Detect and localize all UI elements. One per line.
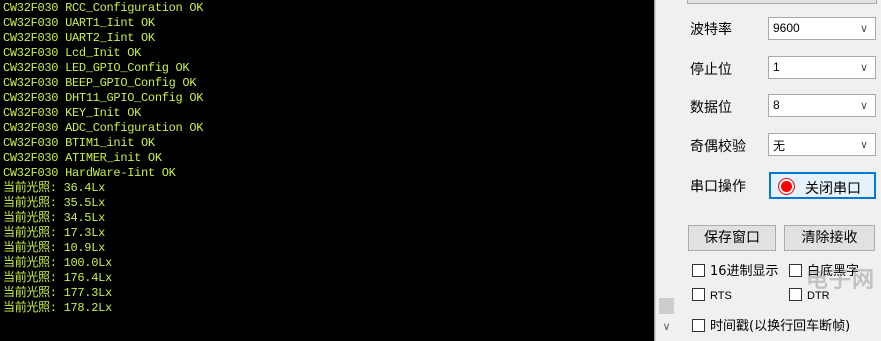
timestamp-checkbox[interactable] bbox=[692, 319, 705, 332]
chevron-down-icon: ∨ bbox=[859, 99, 869, 112]
terminal-line: CW32F030 BTIM1_init OK bbox=[3, 136, 155, 150]
terminal-line: CW32F030 LED_GPIO_Config OK bbox=[3, 61, 190, 75]
timestamp-option[interactable]: 时间戳(以换行回车断帧) bbox=[692, 315, 850, 334]
settings-panel: 波特率 9600 ∨ 停止位 1 ∨ 数据位 8 ∨ 奇偶校验 无 ∨ 串口操作… bbox=[679, 0, 881, 341]
terminal-line: CW32F030 UART2_Iint OK bbox=[3, 31, 155, 45]
close-port-button[interactable]: 关闭串口 bbox=[769, 172, 876, 199]
dtr-checkbox[interactable] bbox=[789, 288, 802, 301]
parity-value: 无 bbox=[773, 139, 786, 153]
hex-display-label: 16进制显示 bbox=[710, 264, 779, 279]
watermark: 电子网 bbox=[805, 268, 875, 293]
record-icon bbox=[779, 179, 794, 194]
data-bits-value: 8 bbox=[773, 98, 780, 112]
terminal-lines: CW32F030 RCC_Configuration OK CW32F030 UA… bbox=[3, 1, 203, 316]
chevron-down-icon: ∨ bbox=[859, 61, 869, 74]
chevron-down-icon: ∨ bbox=[859, 138, 869, 151]
terminal-line: 当前光照: 177.3Lx bbox=[3, 286, 112, 300]
rts-checkbox[interactable] bbox=[692, 288, 705, 301]
white-bg-checkbox[interactable] bbox=[789, 264, 802, 277]
save-window-button[interactable]: 保存窗口 bbox=[688, 225, 776, 251]
terminal-line: CW32F030 UART1_Iint OK bbox=[3, 16, 155, 30]
terminal-line: 当前光照: 178.2Lx bbox=[3, 301, 112, 315]
stop-bits-value: 1 bbox=[773, 60, 780, 74]
scroll-down-arrow-icon[interactable]: ∨ bbox=[659, 318, 674, 336]
data-bits-select[interactable]: 8 ∨ bbox=[768, 94, 876, 117]
chevron-down-icon: ∨ bbox=[859, 22, 869, 35]
terminal-line: 当前光照: 100.0Lx bbox=[3, 256, 112, 270]
data-bits-label: 数据位 bbox=[690, 100, 732, 116]
terminal-line: CW32F030 Lcd_Init OK bbox=[3, 46, 142, 60]
terminal-line: 当前光照: 176.4Lx bbox=[3, 271, 112, 285]
terminal-line: 当前光照: 10.9Lx bbox=[3, 241, 106, 255]
stop-bits-label: 停止位 bbox=[690, 62, 732, 78]
scrollbar-thumb[interactable] bbox=[659, 298, 674, 314]
terminal-line: CW32F030 RCC_Configuration OK bbox=[3, 1, 204, 15]
terminal-line: CW32F030 KEY_Init OK bbox=[3, 106, 142, 120]
terminal-line: CW32F030 ADC_Configuration OK bbox=[3, 121, 204, 135]
baud-rate-label: 波特率 bbox=[690, 22, 732, 38]
rts-option[interactable]: RTS bbox=[692, 288, 732, 303]
stop-bits-select[interactable]: 1 ∨ bbox=[768, 56, 876, 79]
receive-terminal[interactable]: CW32F030 RCC_Configuration OK CW32F030 UA… bbox=[0, 0, 655, 341]
terminal-line: CW32F030 HardWare-Iint OK bbox=[3, 166, 176, 180]
baud-rate-select[interactable]: 9600 ∨ bbox=[768, 17, 876, 40]
close-port-label: 关闭串口 bbox=[805, 181, 861, 197]
terminal-line: 当前光照: 36.4Lx bbox=[3, 181, 106, 195]
terminal-line: 当前光照: 17.3Lx bbox=[3, 226, 106, 240]
parity-select[interactable]: 无 ∨ bbox=[768, 133, 876, 156]
baud-rate-value: 9600 bbox=[773, 21, 800, 35]
terminal-line: CW32F030 ATIMER_init OK bbox=[3, 151, 162, 165]
rts-label: RTS bbox=[710, 290, 732, 302]
top-button[interactable] bbox=[687, 0, 877, 4]
hex-display-checkbox[interactable] bbox=[692, 264, 705, 277]
parity-label: 奇偶校验 bbox=[690, 139, 746, 155]
terminal-line: CW32F030 DHT11_GPIO_Config OK bbox=[3, 91, 204, 105]
vertical-scrollbar[interactable]: ∨ bbox=[655, 0, 677, 341]
terminal-line: 当前光照: 35.5Lx bbox=[3, 196, 106, 210]
terminal-line: 当前光照: 34.5Lx bbox=[3, 211, 106, 225]
port-operation-label: 串口操作 bbox=[690, 179, 746, 195]
timestamp-label: 时间戳(以换行回车断帧) bbox=[710, 319, 851, 334]
clear-receive-button[interactable]: 清除接收 bbox=[784, 225, 875, 251]
hex-display-option[interactable]: 16进制显示 bbox=[692, 260, 779, 279]
terminal-line: CW32F030 BEEP_GPIO_Config OK bbox=[3, 76, 197, 90]
